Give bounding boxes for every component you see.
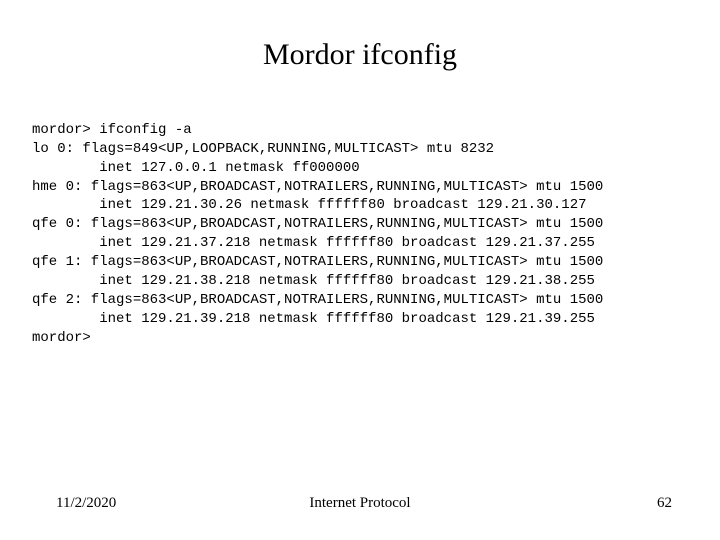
slide: Mordor ifconfig mordor> ifconfig -a lo 0… [0, 0, 720, 540]
terminal-line: hme 0: flags=863<UP,BROADCAST,NOTRAILERS… [32, 179, 603, 195]
terminal-line: qfe 0: flags=863<UP,BROADCAST,NOTRAILERS… [32, 216, 603, 232]
terminal-line: qfe 2: flags=863<UP,BROADCAST,NOTRAILERS… [32, 292, 603, 308]
terminal-line: mordor> ifconfig -a [32, 122, 192, 138]
terminal-line: qfe 1: flags=863<UP,BROADCAST,NOTRAILERS… [32, 254, 603, 270]
slide-title: Mordor ifconfig [0, 0, 720, 102]
terminal-line: inet 129.21.30.26 netmask ffffff80 broad… [32, 197, 587, 213]
footer-page-number: 62 [657, 495, 672, 512]
terminal-line: mordor> [32, 330, 91, 346]
terminal-line: inet 129.21.37.218 netmask ffffff80 broa… [32, 235, 595, 251]
footer-title: Internet Protocol [0, 495, 720, 512]
terminal-line: inet 129.21.38.218 netmask ffffff80 broa… [32, 273, 595, 289]
terminal-line: inet 129.21.39.218 netmask ffffff80 broa… [32, 311, 595, 327]
terminal-line: lo 0: flags=849<UP,LOOPBACK,RUNNING,MULT… [32, 141, 494, 157]
terminal-line: inet 127.0.0.1 netmask ff000000 [32, 160, 360, 176]
terminal-output: mordor> ifconfig -a lo 0: flags=849<UP,L… [0, 102, 720, 348]
